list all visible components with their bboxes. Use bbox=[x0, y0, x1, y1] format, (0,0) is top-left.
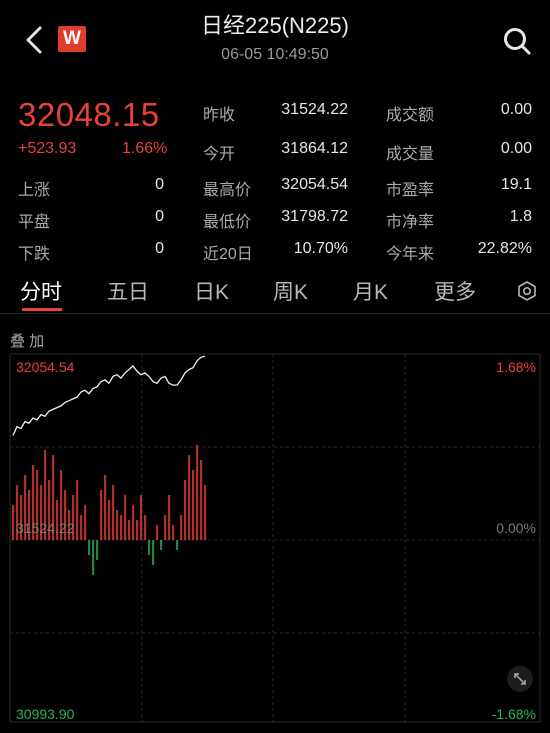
volume-bar bbox=[168, 495, 171, 540]
overlay-button[interactable]: 叠 加 bbox=[10, 330, 44, 351]
chart-top-pct: 1.68% bbox=[496, 359, 536, 375]
chart-bottom-pct: -1.68% bbox=[491, 706, 536, 722]
volume-bar bbox=[148, 540, 151, 555]
volume-bar bbox=[120, 515, 123, 540]
current-price: 32048.15 bbox=[18, 96, 160, 133]
volume-bar bbox=[204, 485, 207, 540]
volume-bar bbox=[104, 475, 107, 540]
volume-bar bbox=[12, 505, 15, 540]
tab-monthly-k[interactable]: 月K bbox=[353, 276, 388, 306]
stat-value-pb: 1.8 bbox=[509, 208, 532, 225]
volume-bar bbox=[192, 470, 195, 540]
settings-icon bbox=[518, 281, 536, 301]
volume-bar bbox=[124, 495, 127, 540]
stat-value-high: 32054.54 bbox=[281, 176, 348, 193]
volume-bar bbox=[80, 515, 83, 540]
chart-bottom-price: 30993.90 bbox=[16, 706, 75, 722]
tab-weekly-k[interactable]: 周K bbox=[273, 276, 308, 306]
volume-bar bbox=[188, 455, 191, 540]
volume-bar bbox=[96, 540, 99, 560]
tab-5day[interactable]: 五日 bbox=[107, 276, 149, 306]
chart-mid-price: 31524.22 bbox=[16, 520, 75, 536]
expand-icon bbox=[514, 673, 526, 685]
tab-more[interactable]: 更多 bbox=[434, 276, 476, 306]
volume-bar bbox=[160, 540, 163, 550]
stat-label-turnover: 成交额 bbox=[386, 107, 435, 124]
volume-bar bbox=[88, 540, 91, 555]
chart-top-price: 32054.54 bbox=[16, 359, 75, 375]
volume-bar bbox=[156, 525, 159, 540]
stat-value-ytd: 22.82% bbox=[477, 240, 532, 257]
stat-label-20d: 近20日 bbox=[203, 246, 253, 263]
stat-label-ytd: 今年来 bbox=[386, 246, 435, 263]
volume-bar bbox=[172, 525, 175, 540]
volume-bar bbox=[108, 500, 111, 540]
volume-bar bbox=[76, 480, 79, 540]
stat-value-pe: 19.1 bbox=[500, 176, 532, 193]
stat-label-prev-close: 昨收 bbox=[203, 107, 236, 124]
tabs-divider bbox=[0, 313, 550, 314]
volume-bar bbox=[84, 505, 87, 540]
volume-bar bbox=[92, 540, 95, 575]
price-change-pct: 1.66% bbox=[122, 140, 168, 157]
volume-bar bbox=[144, 515, 147, 540]
tab-daily-k[interactable]: 日K bbox=[194, 276, 229, 306]
stat-value-turnover: 0.00 bbox=[500, 101, 532, 118]
stat-value-prev-close: 31524.22 bbox=[281, 101, 348, 118]
settings-button[interactable] bbox=[516, 280, 538, 307]
volume-bar bbox=[184, 480, 187, 540]
volume-bar bbox=[152, 540, 155, 565]
chart-tabs: 分时 五日 日K 周K 月K 更多 bbox=[0, 268, 550, 314]
tab-intraday[interactable]: 分时 bbox=[20, 276, 62, 306]
volume-bar bbox=[112, 485, 115, 540]
stat-value-volume: 0.00 bbox=[500, 140, 532, 157]
timestamp: 06-05 10:49:50 bbox=[221, 46, 329, 63]
search-icon bbox=[504, 28, 531, 55]
volume-bar bbox=[100, 490, 103, 540]
header-bar: W 日经225(N225) 06-05 10:49:50 bbox=[0, 0, 550, 86]
chart-mid-pct: 0.00% bbox=[496, 520, 536, 536]
stat-label-volume: 成交量 bbox=[386, 146, 435, 163]
volume-bar bbox=[116, 510, 119, 540]
breadth-value-flat: 0 bbox=[155, 208, 164, 225]
stat-value-low: 31798.72 bbox=[281, 208, 348, 225]
breadth-label-up: 上涨 bbox=[18, 182, 51, 199]
volume-bar bbox=[200, 460, 203, 540]
stat-label-pe: 市盈率 bbox=[386, 182, 435, 199]
chart-canvas bbox=[9, 353, 541, 723]
volume-bar bbox=[164, 515, 167, 540]
breadth-value-down: 0 bbox=[155, 240, 164, 257]
page-title: 日经225(N225) bbox=[201, 13, 349, 38]
breadth-label-down: 下跌 bbox=[18, 246, 51, 263]
volume-bar bbox=[196, 445, 199, 540]
stat-label-low: 最低价 bbox=[203, 214, 252, 231]
volume-bar bbox=[132, 505, 135, 540]
stat-label-open: 今开 bbox=[203, 146, 236, 163]
search-button[interactable] bbox=[500, 24, 534, 58]
fullscreen-button[interactable] bbox=[507, 666, 533, 692]
volume-bar bbox=[180, 515, 183, 540]
volume-bar bbox=[176, 540, 179, 550]
breadth-label-flat: 平盘 bbox=[18, 214, 51, 231]
volume-bar bbox=[140, 495, 143, 540]
active-tab-indicator bbox=[22, 308, 62, 311]
breadth-value-up: 0 bbox=[155, 176, 164, 193]
price-change: +523.93 bbox=[18, 140, 77, 157]
intraday-chart: 32054.54 1.68% 31524.22 0.00% 30993.90 -… bbox=[0, 350, 550, 728]
stat-label-high: 最高价 bbox=[203, 182, 252, 199]
stat-value-20d: 10.70% bbox=[293, 240, 348, 257]
volume-bar bbox=[128, 520, 131, 540]
stat-label-pb: 市净率 bbox=[386, 214, 435, 231]
volume-bar bbox=[136, 520, 139, 540]
stat-value-open: 31864.12 bbox=[281, 140, 348, 157]
